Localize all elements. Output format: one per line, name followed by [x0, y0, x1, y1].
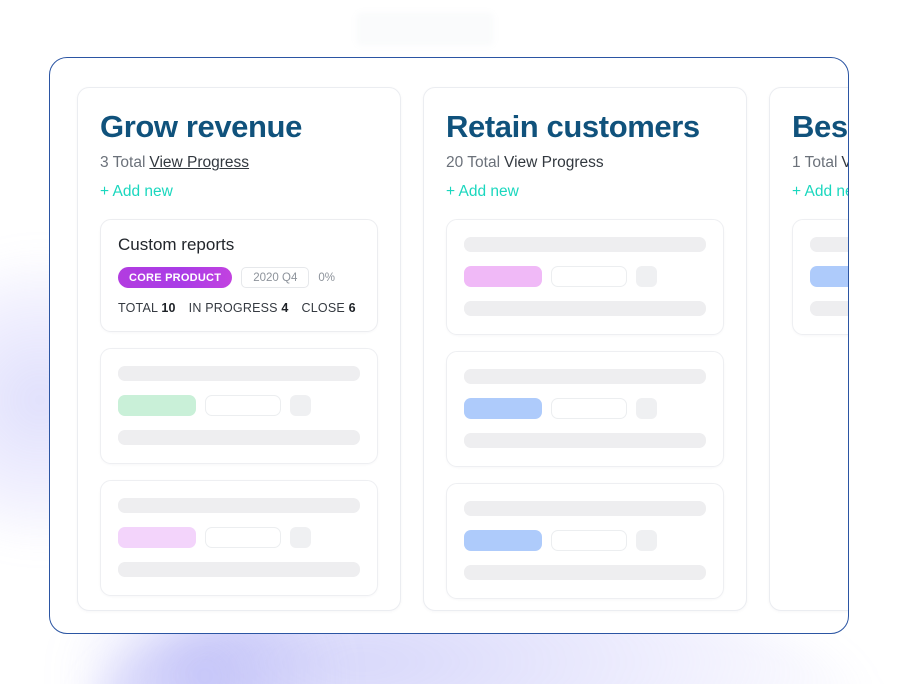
stat-value: 4 — [281, 301, 289, 316]
view-progress-link[interactable]: View Progress — [841, 154, 848, 171]
column-title: Grow revenue — [100, 109, 302, 144]
column-total-count: 1 Total — [792, 154, 838, 172]
placeholder-quarter-chip — [205, 527, 281, 549]
column-title: Best in class support — [792, 109, 848, 144]
placeholder-quarter-chip — [551, 530, 627, 552]
placeholder-goal-card[interactable] — [446, 351, 724, 468]
add-new-button[interactable]: + Add new — [792, 183, 848, 201]
placeholder-tag-badge — [464, 398, 542, 420]
placeholder-title-bar — [118, 366, 360, 382]
placeholder-title-bar — [810, 237, 848, 253]
goal-column: Best in class support 1 TotalView Progres… — [769, 87, 848, 611]
placeholder-stats-bar — [118, 430, 360, 446]
placeholder-stats-bar — [118, 562, 360, 578]
stat-value: 10 — [161, 301, 176, 316]
placeholder-stats-bar — [810, 301, 848, 317]
quarter-chip: 2020 Q4 — [241, 267, 310, 289]
placeholder-goal-card[interactable] — [100, 348, 378, 465]
placeholder-chip-row — [464, 398, 706, 420]
placeholder-goal-card[interactable] — [792, 219, 848, 336]
placeholder-title-bar — [464, 237, 706, 253]
placeholder-goal-card[interactable] — [100, 480, 378, 597]
placeholder-percent-chip — [290, 395, 311, 417]
placeholder-quarter-chip — [205, 395, 281, 417]
placeholder-title-bar — [464, 501, 706, 517]
placeholder-quarter-chip — [551, 398, 627, 420]
placeholder-quarter-chip — [551, 266, 627, 288]
placeholder-tag-badge — [118, 395, 196, 417]
stat-label: TOTAL — [118, 301, 158, 316]
goal-item-title: Custom reports — [118, 235, 235, 255]
placeholder-chip-row — [464, 530, 706, 552]
percent-complete-label: 0% — [318, 271, 335, 284]
stat-in-progress: IN PROGRESS 4 — [189, 301, 289, 315]
column-meta: 3 Total View Progress — [100, 154, 378, 172]
column-card-list — [792, 219, 848, 336]
placeholder-percent-chip — [636, 530, 657, 552]
placeholder-goal-card[interactable] — [446, 219, 724, 336]
column-card-list: Custom reports CORE PRODUCT 2020 Q4 0% TOTAL… — [100, 219, 378, 597]
placeholder-goal-card[interactable] — [446, 483, 724, 600]
placeholder-stats-bar — [464, 565, 706, 581]
placeholder-tag-badge — [118, 527, 196, 549]
placeholder-percent-chip — [636, 398, 657, 420]
placeholder-stats-bar — [464, 301, 706, 317]
placeholder-chip-row — [118, 527, 360, 549]
column-title: Retain customers — [446, 109, 700, 144]
view-progress-link[interactable]: View Progress — [149, 154, 249, 171]
placeholder-tag-badge — [464, 530, 542, 552]
column-total-count: 3 Total — [100, 154, 146, 172]
placeholder-percent-chip — [636, 266, 657, 288]
column-meta: 1 TotalView Progress — [792, 154, 848, 172]
goal-item-stats: TOTAL 10 IN PROGRESS 4 CLOSE 6 — [118, 301, 360, 315]
view-progress-link[interactable]: View Progress — [504, 154, 604, 171]
stat-value: 6 — [348, 301, 356, 316]
placeholder-title-bar — [118, 498, 360, 514]
placeholder-percent-chip — [290, 527, 311, 549]
stat-close: CLOSE 6 — [302, 301, 356, 315]
stat-total: TOTAL 10 — [118, 301, 176, 315]
placeholder-chip-row — [118, 395, 360, 417]
goal-column: Retain customers 20 Total View Progress + A… — [423, 87, 747, 611]
goal-item-chip-row: CORE PRODUCT 2020 Q4 0% — [118, 267, 360, 289]
column-meta: 20 Total View Progress — [446, 154, 724, 172]
placeholder-tag-badge — [810, 266, 848, 288]
goals-board-frame: Grow revenue 3 Total View Progress + Add ne… — [49, 57, 849, 634]
placeholder-tag-badge — [464, 266, 542, 288]
placeholder-chip-row — [464, 266, 706, 288]
add-new-button[interactable]: + Add new — [446, 183, 724, 201]
placeholder-title-bar — [464, 369, 706, 385]
column-card-list — [446, 219, 724, 600]
product-tag-badge: CORE PRODUCT — [118, 267, 233, 289]
goal-column: Grow revenue 3 Total View Progress + Add ne… — [77, 87, 401, 611]
background-ghost-shape — [356, 12, 494, 46]
placeholder-stats-bar — [464, 433, 706, 449]
placeholder-chip-row — [810, 266, 848, 288]
stat-label: CLOSE — [301, 301, 345, 316]
column-total-count: 20 Total — [446, 154, 501, 172]
goal-item-card[interactable]: Custom reports CORE PRODUCT 2020 Q4 0% TOTAL… — [100, 219, 378, 333]
add-new-button[interactable]: + Add new — [100, 183, 378, 201]
stat-label: IN PROGRESS — [188, 301, 278, 316]
goal-columns-container: Grow revenue 3 Total View Progress + Add ne… — [77, 87, 848, 611]
